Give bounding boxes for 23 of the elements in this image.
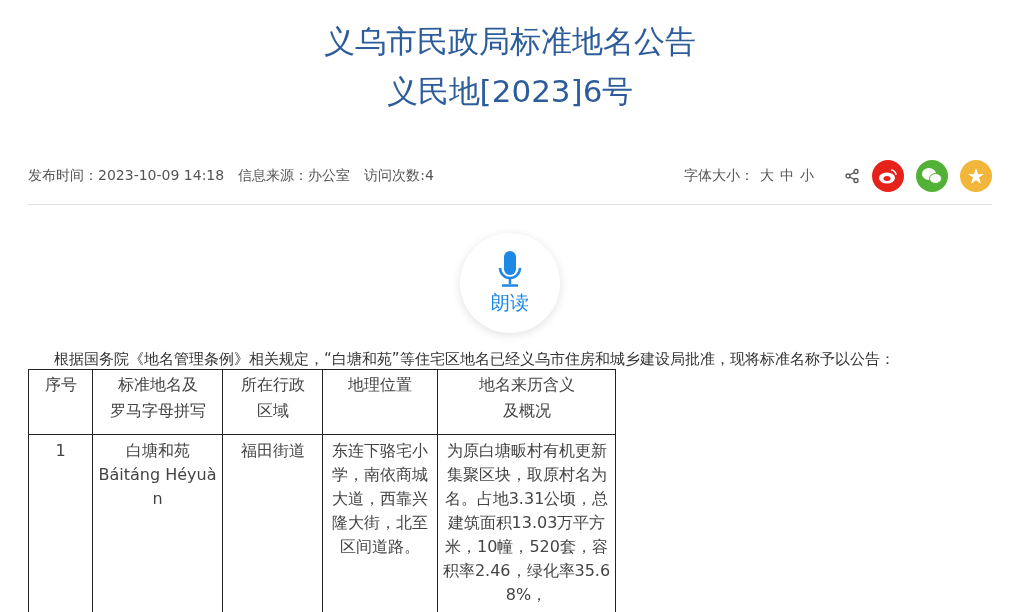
star-icon bbox=[967, 167, 985, 185]
column-header: 地名来历含义及概况 bbox=[437, 369, 616, 435]
meta-info: 信息来源：办公室 bbox=[238, 167, 351, 185]
table-cell: 1 bbox=[28, 434, 93, 612]
meta-info: 访问次数:4 bbox=[364, 167, 434, 185]
share-icon[interactable] bbox=[844, 168, 860, 184]
column-header: 所在行政区域 bbox=[222, 369, 323, 435]
intro-paragraph: 根据国务院《地名管理条例》相关规定，“白塘和苑”等住宅区地名已经义乌市住房和城乡建设局批准，现将标准名称予以公告： bbox=[53, 349, 896, 369]
column-header: 地理位置 bbox=[322, 369, 438, 435]
font-size-option[interactable]: 中 bbox=[780, 167, 794, 185]
font-size-option[interactable]: 小 bbox=[800, 167, 814, 185]
font-size-option[interactable]: 大 bbox=[760, 167, 774, 185]
wechat-share-button[interactable] bbox=[916, 160, 948, 192]
microphone-icon bbox=[497, 250, 523, 288]
weibo-share-button[interactable] bbox=[872, 160, 904, 192]
read-aloud-button[interactable]: 朗读 bbox=[460, 233, 560, 333]
column-header: 标准地名及罗马字母拼写 bbox=[92, 369, 223, 435]
column-header: 序号 bbox=[28, 369, 93, 435]
page-title: 义乌市民政局标准地名公告 义民地[2023]6号 bbox=[323, 22, 697, 111]
meta-info: 发布时间：2023-10-09 14:18 bbox=[28, 167, 225, 185]
font-size-label: 字体大小： bbox=[684, 167, 754, 185]
chat-bubbles-icon bbox=[921, 167, 943, 185]
weibo-icon bbox=[878, 168, 898, 184]
